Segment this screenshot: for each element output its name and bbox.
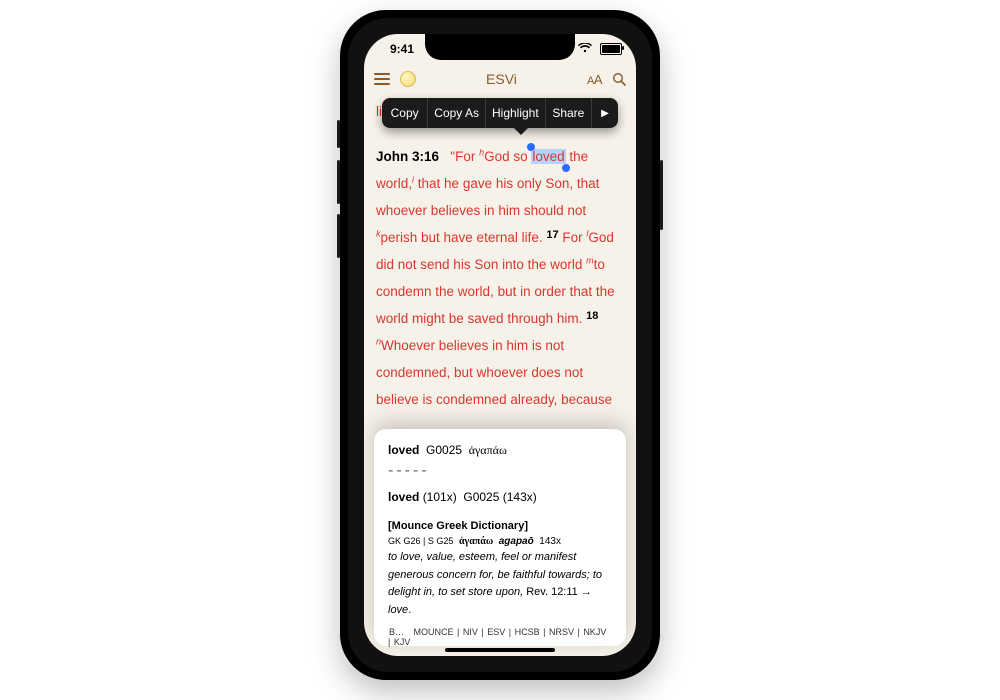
verse-text: "For: [450, 149, 479, 164]
callout-highlight[interactable]: Highlight: [486, 98, 546, 128]
callout-share[interactable]: Share: [546, 98, 592, 128]
lexicon-codes: GK G26 | S G25 ἀγαπάω agapaō 143x: [388, 536, 612, 547]
mute-switch: [337, 120, 340, 148]
wifi-icon: [578, 42, 592, 56]
verse-text: perish but have eternal life.: [381, 230, 543, 245]
home-indicator[interactable]: [445, 648, 555, 652]
callout-more-icon[interactable]: ▶: [592, 98, 618, 128]
verse-text: For: [562, 230, 586, 245]
verse-text: God so: [484, 149, 531, 164]
search-icon[interactable]: [612, 72, 626, 86]
app-header: ESVi AA: [364, 64, 636, 94]
footnote-marker[interactable]: i: [412, 175, 414, 185]
volume-up: [337, 160, 340, 204]
screen: 9:41: [364, 34, 636, 656]
menu-icon[interactable]: [374, 73, 390, 85]
verse-number-18: 18: [586, 310, 598, 322]
verse-text: Whoever believes in him is not condemned…: [376, 338, 612, 407]
theme-dot-icon[interactable]: [400, 71, 416, 87]
font-size-button[interactable]: AA: [587, 72, 602, 87]
lookup-counts: loved (101x) G0025 (143x): [388, 490, 612, 504]
verse-content[interactable]: lifted up, 15 that whoever believes fin …: [364, 94, 636, 413]
callout-copy-as[interactable]: Copy As: [428, 98, 486, 128]
footnote-marker[interactable]: m: [586, 256, 594, 266]
battery-icon: [600, 43, 622, 55]
lookup-panel: loved G0025 ἀγαπάω ----- loved (101x) G0…: [374, 429, 626, 646]
lookup-header: loved G0025 ἀγαπάω: [388, 443, 612, 458]
dictionary-label: [Mounce Greek Dictionary]: [388, 520, 612, 532]
status-time: 9:41: [390, 42, 414, 56]
translation-title[interactable]: ESVi: [486, 71, 517, 87]
source-translations: B… MOUNCE | NIV | ESV | HCSB | NRSV | NK…: [388, 627, 612, 647]
notch: [425, 34, 575, 60]
verse-reference[interactable]: John 3:16: [376, 149, 439, 164]
selected-word[interactable]: loved: [531, 149, 565, 164]
selection-callout: Copy Copy As Highlight Share ▶: [382, 98, 618, 128]
volume-down: [337, 214, 340, 258]
callout-copy[interactable]: Copy: [382, 98, 428, 128]
divider: -----: [388, 462, 612, 480]
verse-number-17: 17: [546, 229, 558, 241]
power-button: [660, 160, 663, 230]
phone-frame: 9:41: [340, 10, 660, 680]
definition-text: to love, value, esteem, feel or manifest…: [388, 549, 612, 619]
